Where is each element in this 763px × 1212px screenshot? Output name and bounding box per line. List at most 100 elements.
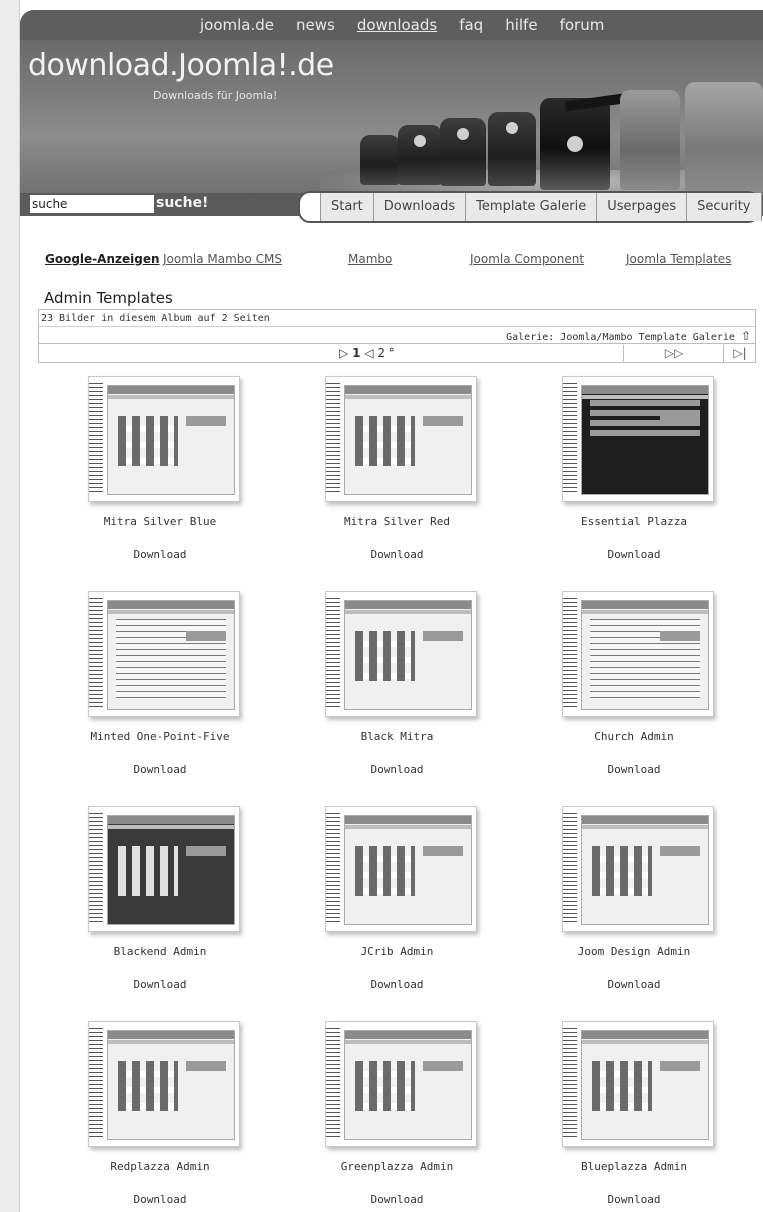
- download-link[interactable]: Download: [279, 763, 515, 776]
- tab-template-galerie[interactable]: Template Galerie: [465, 193, 597, 221]
- download-link[interactable]: Download: [42, 1193, 278, 1206]
- topnav-forum[interactable]: forum: [560, 16, 605, 34]
- figure-face: [457, 128, 469, 140]
- search-input[interactable]: [30, 195, 154, 213]
- figure-face: [414, 135, 426, 147]
- download-link[interactable]: Download: [516, 548, 752, 561]
- template-thumbnail[interactable]: [319, 591, 477, 717]
- preview-icons: [118, 1061, 178, 1111]
- template-title[interactable]: JCrib Admin: [279, 945, 515, 958]
- template-thumbnail[interactable]: [319, 806, 477, 932]
- ad-link[interactable]: Joomla Component: [470, 252, 584, 266]
- screenshot-preview: [344, 600, 472, 710]
- template-thumbnail[interactable]: [319, 1021, 477, 1147]
- banner-figure: [398, 125, 442, 185]
- download-link[interactable]: Download: [516, 978, 752, 991]
- spiral-binding-icon: [326, 1028, 340, 1140]
- gallery-path[interactable]: Galerie: Joomla/Mambo Template Galerie: [506, 332, 735, 343]
- site-logo[interactable]: download.Joomla!.de: [28, 48, 334, 83]
- download-link[interactable]: Download: [279, 978, 515, 991]
- page-2-link[interactable]: 2: [377, 346, 385, 360]
- template-title[interactable]: Black Mitra: [279, 730, 515, 743]
- spiral-binding-icon: [563, 1028, 577, 1140]
- download-link[interactable]: Download: [42, 548, 278, 561]
- screenshot-preview: [344, 1030, 472, 1140]
- template-thumbnail[interactable]: [556, 1021, 714, 1147]
- template-thumbnail[interactable]: [82, 806, 240, 932]
- download-link[interactable]: Download: [42, 978, 278, 991]
- topnav-hilfe[interactable]: hilfe: [505, 16, 537, 34]
- template-title[interactable]: Mitra Silver Blue: [42, 515, 278, 528]
- template-title[interactable]: Greenplazza Admin: [279, 1160, 515, 1173]
- main-tabs: Start Downloads Template Galerie Userpag…: [298, 191, 762, 223]
- notebook-frame: [562, 591, 714, 717]
- notebook-frame: [562, 376, 714, 502]
- spiral-binding-icon: [89, 383, 103, 495]
- preview-panel: [423, 846, 463, 856]
- template-title[interactable]: Minted One-Point-Five: [42, 730, 278, 743]
- spiral-binding-icon: [563, 383, 577, 495]
- preview-panel: [186, 846, 226, 856]
- preview-panel: [186, 631, 226, 641]
- template-thumbnail[interactable]: [556, 376, 714, 502]
- left-margin: [0, 0, 20, 1212]
- last-page-button[interactable]: ▷|: [723, 345, 756, 362]
- album-count: 23 Bilder in diesem Album auf 2 Seiten: [39, 310, 755, 327]
- screenshot-preview: [581, 1030, 709, 1140]
- preview-header: [345, 386, 471, 394]
- template-thumbnail[interactable]: [556, 806, 714, 932]
- template-title[interactable]: Redplazza Admin: [42, 1160, 278, 1173]
- template-title[interactable]: Joom Design Admin: [516, 945, 752, 958]
- screenshot-preview: [107, 815, 235, 925]
- up-arrow-icon[interactable]: ⇧: [741, 329, 751, 343]
- tab-security[interactable]: Security: [686, 193, 762, 221]
- search-button[interactable]: suche!: [156, 195, 208, 211]
- ads-label[interactable]: Google-Anzeigen: [45, 252, 160, 266]
- template-title[interactable]: Blueplazza Admin: [516, 1160, 752, 1173]
- preview-menubar: [108, 825, 234, 829]
- tab-downloads[interactable]: Downloads: [372, 193, 466, 221]
- template-thumbnail[interactable]: [319, 376, 477, 502]
- notebook-frame: [88, 376, 240, 502]
- template-title[interactable]: Essential Plazza: [516, 515, 752, 528]
- ad-link[interactable]: Joomla Templates: [626, 252, 731, 266]
- preview-header: [108, 1031, 234, 1039]
- download-link[interactable]: Download: [516, 1193, 752, 1206]
- ad-link[interactable]: Mambo: [348, 252, 392, 266]
- preview-panel: [423, 631, 463, 641]
- tab-start[interactable]: Start: [320, 193, 373, 221]
- pagination: ▷ 1 ◁ 2 °: [339, 345, 395, 362]
- download-link[interactable]: Download: [279, 548, 515, 561]
- next-page-icon[interactable]: ◁: [364, 346, 373, 360]
- banner-figure: [488, 112, 536, 186]
- topnav-downloads[interactable]: downloads: [357, 16, 437, 34]
- template-thumbnail[interactable]: [82, 591, 240, 717]
- next-page-button[interactable]: ▷▷: [623, 345, 724, 362]
- template-title[interactable]: Mitra Silver Red: [279, 515, 515, 528]
- figure-face: [506, 122, 518, 134]
- banner-figure: [620, 90, 680, 190]
- notebook-frame: [325, 591, 477, 717]
- template-thumbnail[interactable]: [82, 1021, 240, 1147]
- prev-page-icon[interactable]: ▷: [339, 346, 348, 360]
- preview-menubar: [345, 610, 471, 614]
- template-thumbnail[interactable]: [82, 376, 240, 502]
- preview-panel: [186, 1061, 226, 1071]
- download-link[interactable]: Download: [516, 763, 752, 776]
- download-link[interactable]: Download: [42, 763, 278, 776]
- topnav-faq[interactable]: faq: [459, 16, 483, 34]
- preview-header: [108, 601, 234, 609]
- preview-menubar: [108, 395, 234, 399]
- topnav-joomla-de[interactable]: joomla.de: [200, 16, 274, 34]
- screenshot-preview: [344, 385, 472, 495]
- preview-icons: [355, 846, 415, 896]
- template-thumbnail[interactable]: [556, 591, 714, 717]
- ad-link[interactable]: Joomla Mambo CMS: [163, 252, 282, 266]
- topnav-news[interactable]: news: [296, 16, 335, 34]
- template-title[interactable]: Blackend Admin: [42, 945, 278, 958]
- notebook-frame: [325, 1021, 477, 1147]
- download-link[interactable]: Download: [279, 1193, 515, 1206]
- preview-panel: [660, 846, 700, 856]
- tab-userpages[interactable]: Userpages: [596, 193, 687, 221]
- template-title[interactable]: Church Admin: [516, 730, 752, 743]
